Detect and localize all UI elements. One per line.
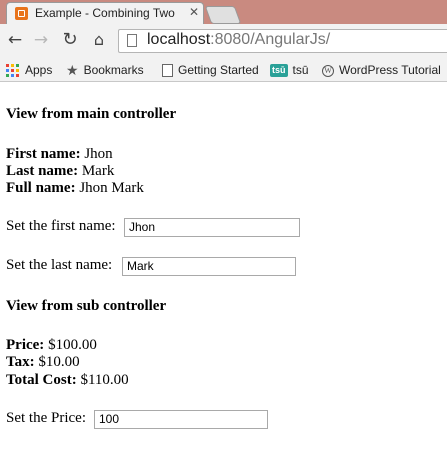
last-name-row: Last name: Mark [6, 163, 114, 180]
bookmark-label: tsū [292, 63, 309, 77]
sub-view-heading: View from sub controller [6, 298, 167, 314]
tab-title: Example - Combining Two [35, 6, 175, 20]
bookmark-label: WordPress Tutorial [339, 63, 441, 77]
price-row: Price: $100.00 [6, 337, 97, 354]
tax-label: Tax: [6, 354, 35, 370]
last-name-label: Last name: [6, 163, 79, 179]
bookmark-label: Bookmarks [83, 63, 144, 77]
total-cost-value: $110.00 [80, 372, 129, 388]
first-name-input[interactable]: Jhon [124, 218, 300, 237]
main-view-heading: View from main controller [6, 106, 177, 122]
browser-tab[interactable]: Example - Combining Two ✕ [6, 2, 204, 24]
bookmark-wordpress-tutorial[interactable]: W WordPress Tutorial [322, 61, 441, 79]
new-tab-button[interactable] [204, 6, 242, 24]
home-icon[interactable]: ⌂ [89, 30, 109, 50]
bookmark-tsu[interactable]: tsū tsū [270, 61, 309, 79]
wordpress-icon: W [322, 64, 334, 77]
total-cost-row: Total Cost: $110.00 [6, 372, 129, 389]
bookmark-label: Getting Started [178, 63, 259, 77]
close-tab-icon[interactable]: ✕ [189, 5, 199, 19]
full-name-label: Full name: [6, 180, 76, 196]
bookmark-bookmarks[interactable]: ★ Bookmarks [66, 61, 144, 79]
browser-titlebar: Example - Combining Two ✕ [0, 0, 447, 24]
star-icon: ★ [66, 62, 79, 79]
back-arrow-icon[interactable]: ← [5, 30, 25, 50]
bookmark-label: Apps [25, 63, 53, 77]
page-icon [162, 64, 173, 78]
price-value: $100.00 [48, 337, 97, 353]
price-label: Price: [6, 337, 45, 353]
set-first-name-label: Set the first name: [6, 218, 116, 234]
bookmark-getting-started[interactable]: Getting Started [162, 61, 259, 79]
browser-toolbar: ← → ↻ ⌂ localhost:8080/AngularJs/ [0, 24, 447, 58]
tsu-icon: tsū [270, 64, 288, 78]
url-host: localhost [147, 31, 211, 48]
page-icon [127, 34, 137, 47]
address-bar[interactable]: localhost:8080/AngularJs/ [118, 29, 447, 53]
full-name-row: Full name: Jhon Mark [6, 180, 144, 197]
page-content: View from main controller First name: Jh… [0, 82, 447, 452]
bookmarks-bar: Apps ★ Bookmarks Getting Started tsū tsū W… [0, 58, 447, 82]
last-name-value: Mark [81, 163, 115, 179]
last-name-input[interactable]: Mark [122, 257, 296, 276]
forward-arrow-icon[interactable]: → [31, 30, 51, 50]
total-cost-label: Total Cost: [6, 372, 77, 388]
xampp-favicon-icon [15, 7, 28, 20]
reload-icon[interactable]: ↻ [60, 30, 80, 50]
set-last-name-label: Set the last name: [6, 257, 113, 273]
full-name-value: Jhon Mark [79, 180, 144, 196]
bookmark-apps[interactable]: Apps [6, 61, 52, 79]
price-input[interactable]: 100 [94, 410, 268, 429]
tax-row: Tax: $10.00 [6, 354, 80, 371]
apps-grid-icon [6, 64, 19, 78]
first-name-value: Jhon [84, 146, 113, 162]
url-text[interactable]: localhost:8080/AngularJs/ [147, 31, 330, 49]
tax-value: $10.00 [38, 354, 80, 370]
url-path: :8080/AngularJs/ [210, 31, 331, 48]
first-name-label: First name: [6, 146, 81, 162]
first-name-row: First name: Jhon [6, 146, 113, 163]
set-price-label: Set the Price: [6, 410, 86, 426]
